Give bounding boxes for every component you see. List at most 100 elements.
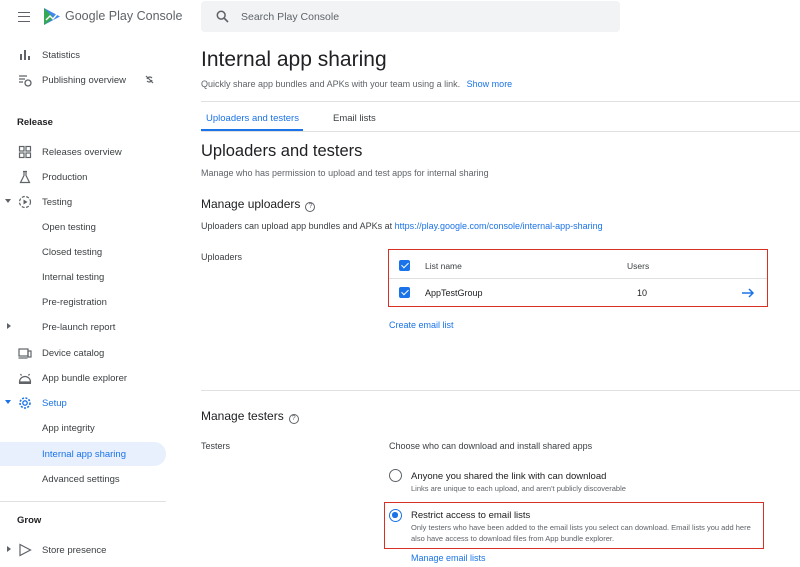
sidebar-item-app-bundle-explorer[interactable]: App bundle explorer [0,366,166,390]
sidebar-item-label: Production [42,171,88,183]
option-anyone-title[interactable]: Anyone you shared the link with can down… [411,471,606,482]
uploaders-field-label: Uploaders [201,252,243,262]
play-circle-icon [18,195,32,209]
chevron-down-icon[interactable] [5,199,11,203]
sidebar-item-label: App bundle explorer [42,372,128,384]
sidebar-item-label: Internal testing [42,271,105,283]
chevron-right-icon[interactable] [7,323,11,329]
internal-app-sharing-url-link[interactable]: https://play.google.com/console/internal… [395,221,603,231]
sidebar-item-device-catalog[interactable]: Device catalog [0,341,166,365]
play-console-logo-icon[interactable] [43,7,61,26]
menu-icon[interactable] [18,12,30,22]
uploaders-description-text: Uploaders can upload app bundles and APK… [201,221,393,231]
sidebar-item-statistics[interactable]: Statistics [0,43,166,67]
publishing-icon [19,75,32,87]
sidebar-item-testing[interactable]: Testing [0,190,166,214]
sidebar-item-releases-overview[interactable]: Releases overview [0,140,166,164]
option-restrict-description: Only testers who have been added to the … [411,523,751,543]
manage-uploaders-heading: Manage uploaders? [201,197,316,212]
sidebar-item-label: Testing [42,196,73,208]
sidebar-item-label: Store presence [42,544,107,556]
sidebar-section-release: Release [17,117,53,128]
users-count-cell: 10 [637,288,648,298]
sidebar-item-store-presence[interactable]: Store presence [0,538,166,562]
sidebar-item-setup[interactable]: Setup [0,391,166,415]
sidebar-section-grow: Grow [17,515,42,526]
gear-icon [19,397,31,409]
page-subtitle: Quickly share app bundles and APKs with … [201,79,512,89]
tab-email-lists[interactable]: Email lists [333,113,376,124]
sidebar-item-app-integrity[interactable]: App integrity [0,416,166,440]
help-icon[interactable]: ? [305,202,316,212]
select-all-checkbox[interactable] [399,260,410,271]
sidebar-item-label: Internal app sharing [42,448,126,460]
arrow-right-icon[interactable] [741,287,755,299]
sync-off-icon [145,75,154,84]
search-input[interactable]: Search Play Console [241,11,339,23]
radio-restrict-to-email-lists[interactable] [389,509,402,522]
manage-testers-heading: Manage testers? [201,409,299,424]
sidebar-item-internal-testing[interactable]: Internal testing [0,265,166,289]
sidebar-item-label: Statistics [42,49,81,61]
android-icon [18,373,32,384]
option-restrict-title[interactable]: Restrict access to email lists [411,510,530,521]
tabs-divider [201,131,800,132]
sidebar-item-production[interactable]: Production [0,165,166,189]
section-title: Uploaders and testers [201,142,363,160]
sidebar-item-label: Open testing [42,221,96,233]
sidebar-item-open-testing[interactable]: Open testing [0,215,166,239]
sidebar-item-label: Pre-launch report [42,321,116,333]
section-subtitle: Manage who has permission to upload and … [201,168,489,178]
sidebar-item-label: App integrity [42,422,95,434]
sidebar-item-label: Releases overview [42,146,122,158]
sidebar-item-pre-launch-report[interactable]: Pre-launch report [0,315,166,339]
brand-bar: Google Play Console [0,0,182,34]
sidebar-item-label: Advanced settings [42,473,120,485]
search-icon [216,10,229,23]
bar-chart-icon [20,50,30,60]
table-row[interactable]: AppTestGroup 10 [389,279,767,306]
sidebar-item-publishing-overview[interactable]: Publishing overview [0,68,166,92]
section-divider [201,390,800,391]
option-anyone-description: Links are unique to each upload, and are… [411,484,626,493]
sidebar: Google Play Console Statistics Publishin… [0,0,182,567]
brand-name[interactable]: Google Play Console [65,9,182,23]
sidebar-item-label: Device catalog [42,347,105,359]
manage-email-lists-label[interactable]: Manage email lists [411,553,486,563]
page-subtitle-text: Quickly share app bundles and APKs with … [201,79,461,89]
chevron-right-icon[interactable] [7,546,11,552]
sidebar-item-label: Pre-registration [42,296,107,308]
testers-intro: Choose who can download and install shar… [389,441,593,451]
sidebar-item-pre-registration[interactable]: Pre-registration [0,290,166,314]
tab-uploaders-and-testers[interactable]: Uploaders and testers [206,113,299,124]
column-header-list-name[interactable]: List name [425,261,462,271]
sidebar-item-internal-app-sharing[interactable]: Internal app sharing [0,442,166,466]
sidebar-item-closed-testing[interactable]: Closed testing [0,240,166,264]
uploaders-description: Uploaders can upload app bundles and APK… [201,221,603,231]
sidebar-item-advanced-settings[interactable]: Advanced settings [0,467,166,491]
sidebar-divider [0,501,166,502]
sidebar-item-label: Setup [42,397,67,409]
sidebar-item-label: Publishing overview [42,74,126,86]
testers-field-label: Testers [201,441,231,451]
create-email-list-link[interactable]: Create email list [389,320,454,330]
column-header-users[interactable]: Users [627,261,649,271]
table-header-row: List name Users [389,252,767,279]
header-divider [201,101,800,102]
row-checkbox[interactable] [399,287,410,298]
manage-email-lists-link[interactable]: Manage email lists [411,553,486,563]
play-icon [19,543,32,557]
search-bar[interactable]: Search Play Console [201,1,620,32]
flask-icon [19,170,31,184]
help-icon[interactable]: ? [288,414,299,424]
show-more-link[interactable]: Show more [467,79,513,89]
uploaders-table: List name Users AppTestGroup 10 [388,249,768,307]
devices-icon [18,348,32,359]
create-email-list-label[interactable]: Create email list [389,320,454,330]
manage-testers-title: Manage testers [201,409,284,423]
sidebar-item-label: Closed testing [42,246,103,258]
list-name-cell: AppTestGroup [425,288,483,298]
page-title: Internal app sharing [201,48,387,71]
radio-anyone-with-link[interactable] [389,469,402,482]
chevron-down-icon[interactable] [5,400,11,404]
